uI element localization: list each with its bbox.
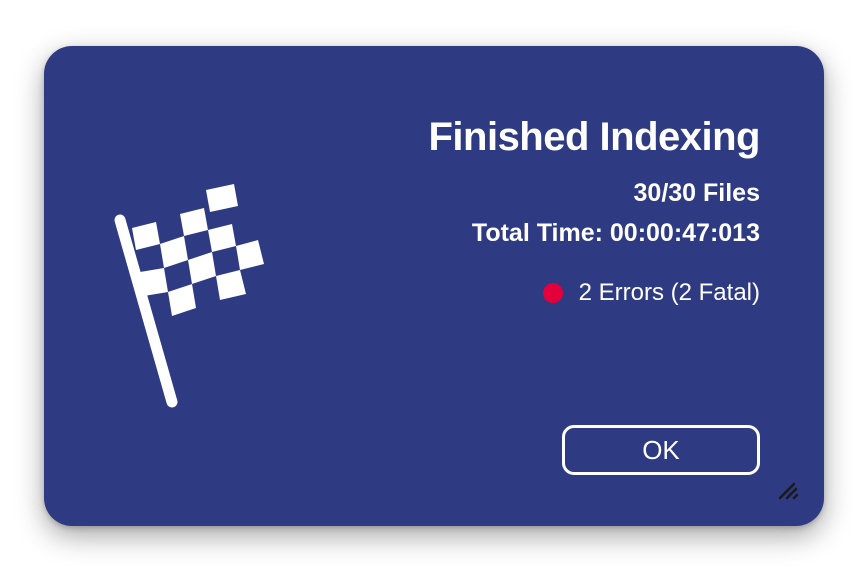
dialog-title: Finished Indexing bbox=[428, 115, 760, 159]
indexing-complete-dialog: Finished Indexing 30/30 Files Total Time… bbox=[44, 46, 824, 526]
total-time: Total Time: 00:00:47:013 bbox=[471, 219, 760, 247]
summary-text: Finished Indexing 30/30 Files Total Time… bbox=[428, 112, 760, 310]
ok-button[interactable]: OK bbox=[562, 425, 760, 475]
red-dot-icon bbox=[542, 283, 563, 303]
resize-grip-icon[interactable] bbox=[776, 478, 800, 502]
files-count: 30/30 Files bbox=[633, 179, 760, 207]
checkered-flag-icon bbox=[114, 184, 264, 408]
errors-status[interactable]: 2 Errors (2 Fatal) bbox=[428, 276, 760, 310]
errors-label: 2 Errors (2 Fatal) bbox=[578, 279, 760, 306]
